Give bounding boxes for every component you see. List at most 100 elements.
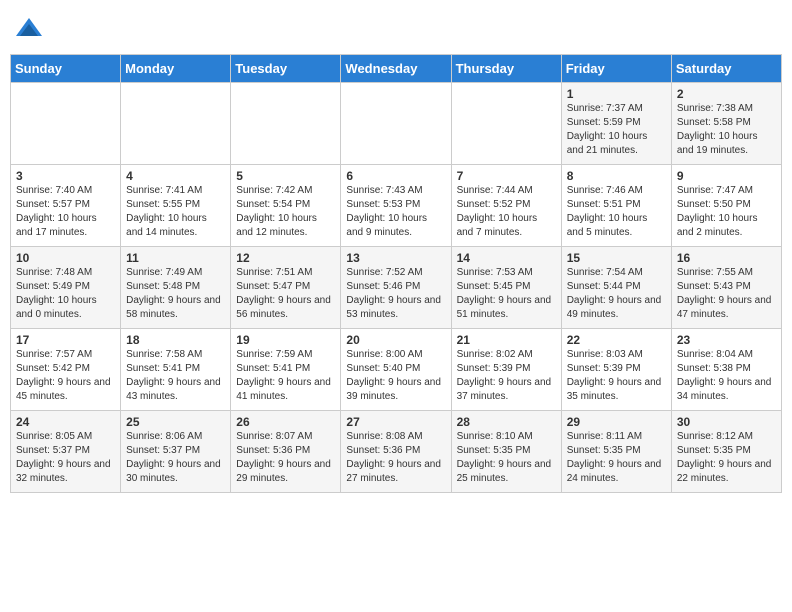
cell-info: Sunrise: 7:54 AMSunset: 5:44 PMDaylight:… (567, 266, 666, 322)
cell-info: Sunrise: 7:46 AMSunset: 5:51 PMDaylight:… (567, 184, 666, 240)
calendar-cell: 28Sunrise: 8:10 AMSunset: 5:35 PMDayligh… (451, 411, 561, 493)
day-number: 12 (236, 251, 335, 265)
cell-info: Sunrise: 7:44 AMSunset: 5:52 PMDaylight:… (457, 184, 556, 240)
col-header-friday: Friday (561, 55, 671, 83)
day-number: 21 (457, 333, 556, 347)
cell-info: Sunrise: 7:40 AMSunset: 5:57 PMDaylight:… (16, 184, 115, 240)
day-number: 16 (677, 251, 776, 265)
day-number: 28 (457, 415, 556, 429)
cell-info: Sunrise: 8:04 AMSunset: 5:38 PMDaylight:… (677, 348, 776, 404)
day-number: 1 (567, 87, 666, 101)
calendar-cell: 2Sunrise: 7:38 AMSunset: 5:58 PMDaylight… (671, 83, 781, 165)
day-number: 13 (346, 251, 445, 265)
calendar-cell: 15Sunrise: 7:54 AMSunset: 5:44 PMDayligh… (561, 247, 671, 329)
calendar-cell: 12Sunrise: 7:51 AMSunset: 5:47 PMDayligh… (231, 247, 341, 329)
cell-info: Sunrise: 8:03 AMSunset: 5:39 PMDaylight:… (567, 348, 666, 404)
col-header-wednesday: Wednesday (341, 55, 451, 83)
cell-info: Sunrise: 8:10 AMSunset: 5:35 PMDaylight:… (457, 430, 556, 486)
day-number: 4 (126, 169, 225, 183)
calendar-cell: 23Sunrise: 8:04 AMSunset: 5:38 PMDayligh… (671, 329, 781, 411)
calendar-cell: 27Sunrise: 8:08 AMSunset: 5:36 PMDayligh… (341, 411, 451, 493)
calendar-week-row: 3Sunrise: 7:40 AMSunset: 5:57 PMDaylight… (11, 165, 782, 247)
cell-info: Sunrise: 7:59 AMSunset: 5:41 PMDaylight:… (236, 348, 335, 404)
day-number: 23 (677, 333, 776, 347)
day-number: 30 (677, 415, 776, 429)
day-number: 18 (126, 333, 225, 347)
calendar-cell: 18Sunrise: 7:58 AMSunset: 5:41 PMDayligh… (121, 329, 231, 411)
day-number: 6 (346, 169, 445, 183)
cell-info: Sunrise: 7:49 AMSunset: 5:48 PMDaylight:… (126, 266, 225, 322)
calendar-cell: 3Sunrise: 7:40 AMSunset: 5:57 PMDaylight… (11, 165, 121, 247)
cell-info: Sunrise: 7:42 AMSunset: 5:54 PMDaylight:… (236, 184, 335, 240)
day-number: 7 (457, 169, 556, 183)
day-number: 3 (16, 169, 115, 183)
cell-info: Sunrise: 7:51 AMSunset: 5:47 PMDaylight:… (236, 266, 335, 322)
calendar-cell (11, 83, 121, 165)
calendar-cell: 9Sunrise: 7:47 AMSunset: 5:50 PMDaylight… (671, 165, 781, 247)
calendar-cell: 21Sunrise: 8:02 AMSunset: 5:39 PMDayligh… (451, 329, 561, 411)
calendar-cell: 7Sunrise: 7:44 AMSunset: 5:52 PMDaylight… (451, 165, 561, 247)
cell-info: Sunrise: 7:48 AMSunset: 5:49 PMDaylight:… (16, 266, 115, 322)
cell-info: Sunrise: 7:41 AMSunset: 5:55 PMDaylight:… (126, 184, 225, 240)
day-number: 29 (567, 415, 666, 429)
day-number: 24 (16, 415, 115, 429)
calendar-cell (231, 83, 341, 165)
day-number: 25 (126, 415, 225, 429)
calendar-cell: 13Sunrise: 7:52 AMSunset: 5:46 PMDayligh… (341, 247, 451, 329)
calendar-cell: 19Sunrise: 7:59 AMSunset: 5:41 PMDayligh… (231, 329, 341, 411)
cell-info: Sunrise: 7:58 AMSunset: 5:41 PMDaylight:… (126, 348, 225, 404)
cell-info: Sunrise: 8:02 AMSunset: 5:39 PMDaylight:… (457, 348, 556, 404)
calendar-cell (451, 83, 561, 165)
calendar-cell: 22Sunrise: 8:03 AMSunset: 5:39 PMDayligh… (561, 329, 671, 411)
calendar-cell: 30Sunrise: 8:12 AMSunset: 5:35 PMDayligh… (671, 411, 781, 493)
calendar-cell: 25Sunrise: 8:06 AMSunset: 5:37 PMDayligh… (121, 411, 231, 493)
day-number: 10 (16, 251, 115, 265)
calendar-cell: 1Sunrise: 7:37 AMSunset: 5:59 PMDaylight… (561, 83, 671, 165)
col-header-tuesday: Tuesday (231, 55, 341, 83)
day-number: 27 (346, 415, 445, 429)
day-number: 20 (346, 333, 445, 347)
day-number: 17 (16, 333, 115, 347)
calendar-cell: 17Sunrise: 7:57 AMSunset: 5:42 PMDayligh… (11, 329, 121, 411)
cell-info: Sunrise: 7:52 AMSunset: 5:46 PMDaylight:… (346, 266, 445, 322)
calendar-cell: 11Sunrise: 7:49 AMSunset: 5:48 PMDayligh… (121, 247, 231, 329)
cell-info: Sunrise: 7:55 AMSunset: 5:43 PMDaylight:… (677, 266, 776, 322)
day-number: 22 (567, 333, 666, 347)
calendar-header-row: SundayMondayTuesdayWednesdayThursdayFrid… (11, 55, 782, 83)
logo-icon (14, 16, 44, 46)
logo (14, 16, 48, 46)
cell-info: Sunrise: 7:57 AMSunset: 5:42 PMDaylight:… (16, 348, 115, 404)
calendar-cell: 14Sunrise: 7:53 AMSunset: 5:45 PMDayligh… (451, 247, 561, 329)
calendar-cell: 16Sunrise: 7:55 AMSunset: 5:43 PMDayligh… (671, 247, 781, 329)
calendar-cell: 10Sunrise: 7:48 AMSunset: 5:49 PMDayligh… (11, 247, 121, 329)
calendar-cell (341, 83, 451, 165)
cell-info: Sunrise: 8:08 AMSunset: 5:36 PMDaylight:… (346, 430, 445, 486)
calendar-cell (121, 83, 231, 165)
calendar-cell: 29Sunrise: 8:11 AMSunset: 5:35 PMDayligh… (561, 411, 671, 493)
day-number: 9 (677, 169, 776, 183)
header (10, 10, 782, 46)
cell-info: Sunrise: 7:47 AMSunset: 5:50 PMDaylight:… (677, 184, 776, 240)
cell-info: Sunrise: 8:00 AMSunset: 5:40 PMDaylight:… (346, 348, 445, 404)
calendar-cell: 20Sunrise: 8:00 AMSunset: 5:40 PMDayligh… (341, 329, 451, 411)
col-header-sunday: Sunday (11, 55, 121, 83)
day-number: 15 (567, 251, 666, 265)
cell-info: Sunrise: 8:12 AMSunset: 5:35 PMDaylight:… (677, 430, 776, 486)
day-number: 26 (236, 415, 335, 429)
calendar-cell: 26Sunrise: 8:07 AMSunset: 5:36 PMDayligh… (231, 411, 341, 493)
cell-info: Sunrise: 7:38 AMSunset: 5:58 PMDaylight:… (677, 102, 776, 158)
calendar-week-row: 1Sunrise: 7:37 AMSunset: 5:59 PMDaylight… (11, 83, 782, 165)
calendar: SundayMondayTuesdayWednesdayThursdayFrid… (10, 54, 782, 493)
cell-info: Sunrise: 7:43 AMSunset: 5:53 PMDaylight:… (346, 184, 445, 240)
calendar-cell: 4Sunrise: 7:41 AMSunset: 5:55 PMDaylight… (121, 165, 231, 247)
cell-info: Sunrise: 8:07 AMSunset: 5:36 PMDaylight:… (236, 430, 335, 486)
calendar-week-row: 24Sunrise: 8:05 AMSunset: 5:37 PMDayligh… (11, 411, 782, 493)
calendar-cell: 24Sunrise: 8:05 AMSunset: 5:37 PMDayligh… (11, 411, 121, 493)
cell-info: Sunrise: 8:06 AMSunset: 5:37 PMDaylight:… (126, 430, 225, 486)
col-header-thursday: Thursday (451, 55, 561, 83)
cell-info: Sunrise: 7:37 AMSunset: 5:59 PMDaylight:… (567, 102, 666, 158)
cell-info: Sunrise: 7:53 AMSunset: 5:45 PMDaylight:… (457, 266, 556, 322)
cell-info: Sunrise: 8:05 AMSunset: 5:37 PMDaylight:… (16, 430, 115, 486)
col-header-monday: Monday (121, 55, 231, 83)
day-number: 14 (457, 251, 556, 265)
